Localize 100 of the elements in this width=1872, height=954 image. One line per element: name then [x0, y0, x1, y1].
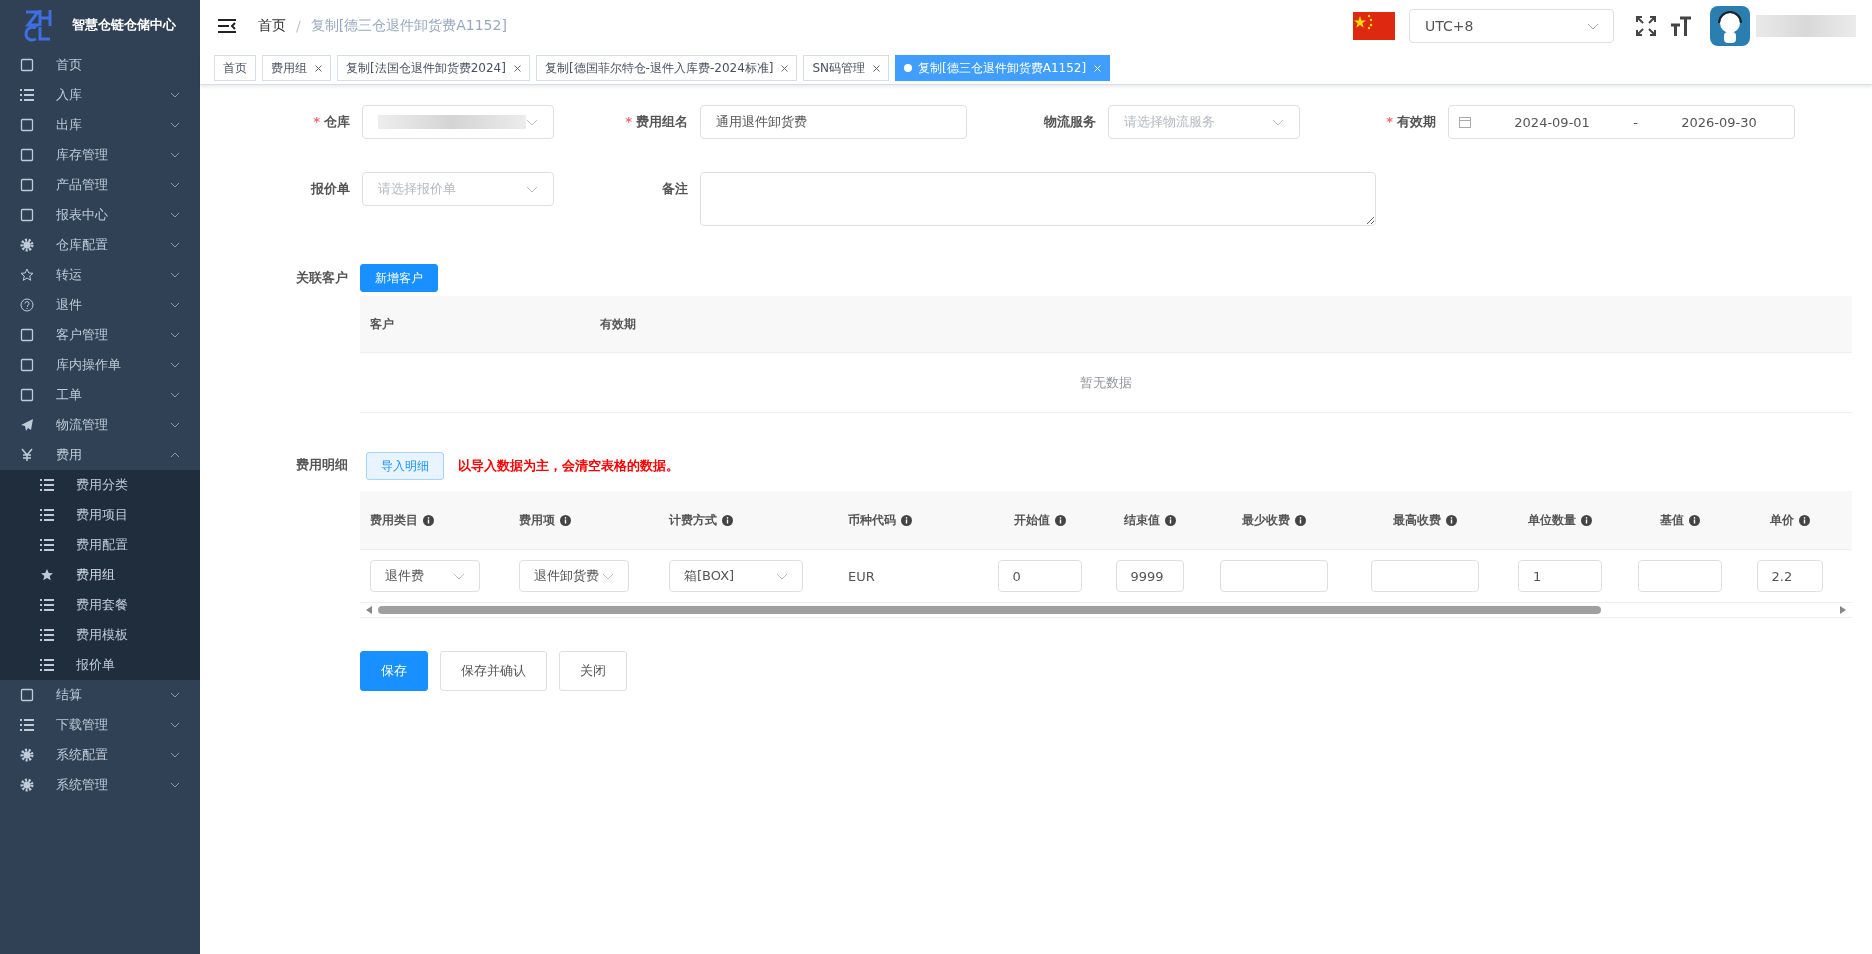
select-field[interactable]	[362, 105, 554, 139]
active-dot-icon	[904, 64, 913, 72]
menu-item[interactable]: 系统管理	[0, 770, 200, 800]
chevron-down-icon	[1272, 118, 1284, 126]
field-label: 物流服务	[1044, 114, 1096, 129]
caret-icon	[170, 422, 180, 428]
number-field[interactable]: 9999	[1115, 560, 1184, 592]
font-size-icon[interactable]	[1670, 16, 1692, 36]
select-field[interactable]: 箱[BOX]	[669, 560, 803, 592]
date-range-field[interactable]: 2024-09-01 - 2026-09-30	[1448, 105, 1795, 139]
menu-item[interactable]: 产品管理	[0, 170, 200, 200]
required-mark: *	[625, 114, 632, 129]
tab[interactable]: 首页	[214, 55, 256, 81]
select-field[interactable]: 退件费	[370, 560, 480, 592]
menu-item[interactable]: 退件	[0, 290, 200, 320]
number-field[interactable]	[1370, 560, 1479, 592]
flag-icon[interactable]	[1353, 12, 1395, 40]
submenu-item[interactable]: 费用套餐	[0, 590, 200, 620]
calendar-icon	[1459, 116, 1471, 128]
warning-text: 以导入数据为主，会清空表格的数据。	[458, 457, 679, 475]
field-label: 有效期	[1397, 114, 1436, 129]
chevron-down-icon	[1587, 22, 1599, 30]
menu-item[interactable]: 库内操作单	[0, 350, 200, 380]
column-header: 费用项	[519, 511, 555, 529]
text-field[interactable]: 通用退件卸货费	[700, 105, 967, 139]
tab[interactable]: 费用组	[262, 55, 331, 81]
menu-item[interactable]: 转运	[0, 260, 200, 290]
menu-item[interactable]: 结算	[0, 680, 200, 710]
column-header: 费用类目	[370, 511, 418, 529]
menu-item[interactable]: 客户管理	[0, 320, 200, 350]
column-header: 币种代码	[848, 511, 896, 529]
avatar-icon[interactable]	[1710, 6, 1750, 46]
select-field[interactable]: 退件卸货费	[519, 560, 629, 592]
question-icon	[20, 298, 34, 312]
scroll-right-icon[interactable]	[1840, 606, 1846, 614]
caret-icon	[170, 182, 180, 188]
list-icon	[40, 478, 54, 492]
submenu-item[interactable]: 费用项目	[0, 500, 200, 530]
breadcrumb-link[interactable]: 首页	[258, 17, 286, 35]
yen-icon	[20, 448, 34, 462]
number-field[interactable]	[1638, 560, 1722, 592]
tab[interactable]: 复制[法国仓退件卸货费2024]	[337, 55, 530, 81]
menu-item[interactable]: 下载管理	[0, 710, 200, 740]
horizontal-scrollbar[interactable]	[360, 603, 1852, 618]
menu-item[interactable]: 出库	[0, 110, 200, 140]
column-header: 计费方式	[669, 511, 717, 529]
scroll-left-icon[interactable]	[366, 606, 372, 614]
submenu-item[interactable]: 费用分类	[0, 470, 200, 500]
number-field[interactable]: 2.2	[1756, 560, 1823, 592]
submenu-item[interactable]: 费用配置	[0, 530, 200, 560]
timezone-select[interactable]: UTC+8	[1409, 9, 1614, 43]
close-icon[interactable]	[513, 64, 521, 72]
action-button[interactable]: 关闭	[559, 651, 627, 691]
close-icon[interactable]	[873, 64, 881, 72]
gear-icon	[20, 748, 34, 762]
menu-item[interactable]: 入库	[0, 80, 200, 110]
submenu-item[interactable]: 费用组	[0, 560, 200, 590]
empty-message: 暂无数据	[1080, 373, 1132, 392]
list-icon	[20, 88, 34, 102]
number-field[interactable]	[1220, 560, 1328, 592]
caret-icon	[170, 302, 180, 308]
menu-item[interactable]: 工单	[0, 380, 200, 410]
menu-item[interactable]: 费用	[0, 440, 200, 470]
list-icon	[40, 628, 54, 642]
star-icon	[20, 268, 34, 282]
close-icon[interactable]	[781, 64, 789, 72]
menu-item[interactable]: 首页	[0, 50, 200, 80]
number-field[interactable]: 1	[1518, 560, 1602, 592]
breadcrumb-current: 复制[德三仓退件卸货费A1152]	[310, 17, 507, 35]
tab[interactable]: SN码管理	[803, 55, 890, 81]
menu-item[interactable]: 物流管理	[0, 410, 200, 440]
action-button[interactable]: 保存并确认	[440, 651, 547, 691]
column-header: 基值	[1660, 511, 1684, 529]
menu-item[interactable]: 系统配置	[0, 740, 200, 770]
menu-item[interactable]: 库存管理	[0, 140, 200, 170]
caret-icon	[170, 92, 180, 98]
checkbox-icon	[20, 118, 34, 132]
fullscreen-icon[interactable]	[1636, 16, 1656, 36]
app-title: 智慧仓链仓储中心	[72, 16, 176, 34]
close-icon[interactable]	[315, 64, 322, 72]
column-header: 最少收费	[1242, 511, 1290, 529]
menu-item[interactable]: 报表中心	[0, 200, 200, 230]
field-label: 费用组名	[636, 114, 688, 129]
star-icon	[40, 568, 54, 582]
list-icon	[40, 598, 54, 612]
gear-icon	[20, 778, 34, 792]
number-field[interactable]: 0	[997, 560, 1082, 592]
submenu-item[interactable]: 费用模板	[0, 620, 200, 650]
list-icon	[40, 508, 54, 522]
tab[interactable]: 复制[德国菲尔特仓-退件入库费-2024标准]	[535, 55, 798, 81]
submenu-item[interactable]: 报价单	[0, 650, 200, 680]
required-mark: *	[1386, 114, 1393, 129]
column-header: 单位数量	[1528, 511, 1576, 529]
column-header: 客户	[369, 315, 395, 333]
menu-item[interactable]: 仓库配置	[0, 230, 200, 260]
caret-icon	[170, 782, 180, 788]
required-mark: *	[313, 114, 320, 129]
breadcrumb-separator: /	[296, 18, 301, 34]
list-icon	[20, 718, 34, 732]
menu-icon[interactable]	[218, 19, 236, 33]
